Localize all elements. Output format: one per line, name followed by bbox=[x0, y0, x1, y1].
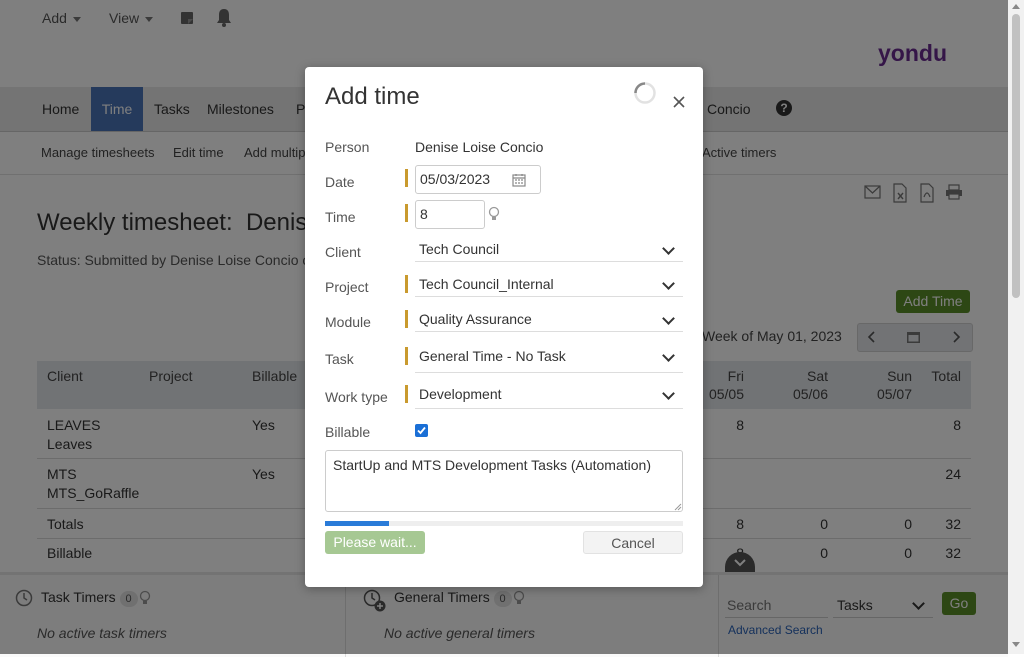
progress-fill bbox=[325, 521, 390, 526]
chevron-down-icon bbox=[662, 277, 675, 290]
notes-value: StartUp and MTS Development Tasks (Autom… bbox=[333, 457, 651, 473]
worktype-value: Development bbox=[419, 386, 502, 402]
checkmark-icon bbox=[417, 426, 426, 435]
required-marker bbox=[405, 204, 408, 222]
project-label: Project bbox=[325, 279, 369, 295]
person-label: Person bbox=[325, 139, 370, 155]
lightbulb-icon[interactable] bbox=[488, 206, 500, 222]
scrollbar-thumb[interactable] bbox=[1012, 14, 1020, 298]
module-value: Quality Assurance bbox=[419, 311, 532, 327]
resize-handle-icon[interactable] bbox=[674, 503, 682, 511]
required-marker bbox=[405, 169, 408, 187]
project-select[interactable]: Tech Council_Internal bbox=[415, 273, 683, 297]
progress-bar bbox=[325, 521, 683, 526]
task-value: General Time - No Task bbox=[419, 348, 566, 364]
module-select[interactable]: Quality Assurance bbox=[415, 308, 683, 332]
cancel-button[interactable]: Cancel bbox=[583, 531, 683, 554]
chevron-down-icon bbox=[662, 349, 675, 362]
required-marker bbox=[405, 385, 408, 403]
billable-checkbox[interactable] bbox=[415, 424, 428, 437]
chevron-down-icon bbox=[662, 312, 675, 325]
person-value: Denise Loise Concio bbox=[415, 139, 544, 155]
chevron-down-icon bbox=[662, 387, 675, 400]
required-marker bbox=[405, 347, 408, 365]
scroll-up-arrow[interactable] bbox=[1012, 4, 1020, 9]
required-marker bbox=[405, 310, 408, 328]
loading-spinner-icon bbox=[634, 82, 656, 104]
project-value: Tech Council_Internal bbox=[419, 276, 554, 292]
worktype-label: Work type bbox=[325, 389, 388, 405]
task-select[interactable]: General Time - No Task bbox=[415, 345, 683, 373]
required-marker bbox=[405, 275, 408, 293]
time-input[interactable]: 8 bbox=[415, 200, 485, 229]
worktype-select[interactable]: Development bbox=[415, 383, 683, 409]
module-label: Module bbox=[325, 314, 371, 330]
page-scrollbar[interactable] bbox=[1008, 0, 1024, 654]
scroll-down-arrow[interactable] bbox=[1012, 642, 1020, 647]
cancel-label: Cancel bbox=[611, 535, 655, 551]
close-icon[interactable] bbox=[673, 96, 685, 108]
time-value: 8 bbox=[420, 206, 428, 222]
date-input[interactable]: 05/03/2023 bbox=[415, 165, 541, 194]
date-value: 05/03/2023 bbox=[420, 171, 491, 187]
client-select[interactable]: Tech Council bbox=[415, 238, 683, 262]
add-time-dialog: Add time Person Denise Loise Concio Date… bbox=[305, 67, 703, 587]
client-value: Tech Council bbox=[419, 241, 500, 257]
notes-textarea[interactable]: StartUp and MTS Development Tasks (Autom… bbox=[325, 450, 683, 512]
client-label: Client bbox=[325, 244, 361, 260]
submit-button[interactable]: Please wait... bbox=[325, 531, 425, 554]
date-label: Date bbox=[325, 174, 355, 190]
calendar-icon[interactable] bbox=[512, 173, 526, 187]
chevron-down-icon bbox=[662, 242, 675, 255]
submit-label: Please wait... bbox=[333, 534, 417, 550]
task-label: Task bbox=[325, 351, 354, 367]
dialog-title: Add time bbox=[325, 83, 420, 110]
billable-label: Billable bbox=[325, 424, 371, 440]
time-label: Time bbox=[325, 209, 356, 225]
